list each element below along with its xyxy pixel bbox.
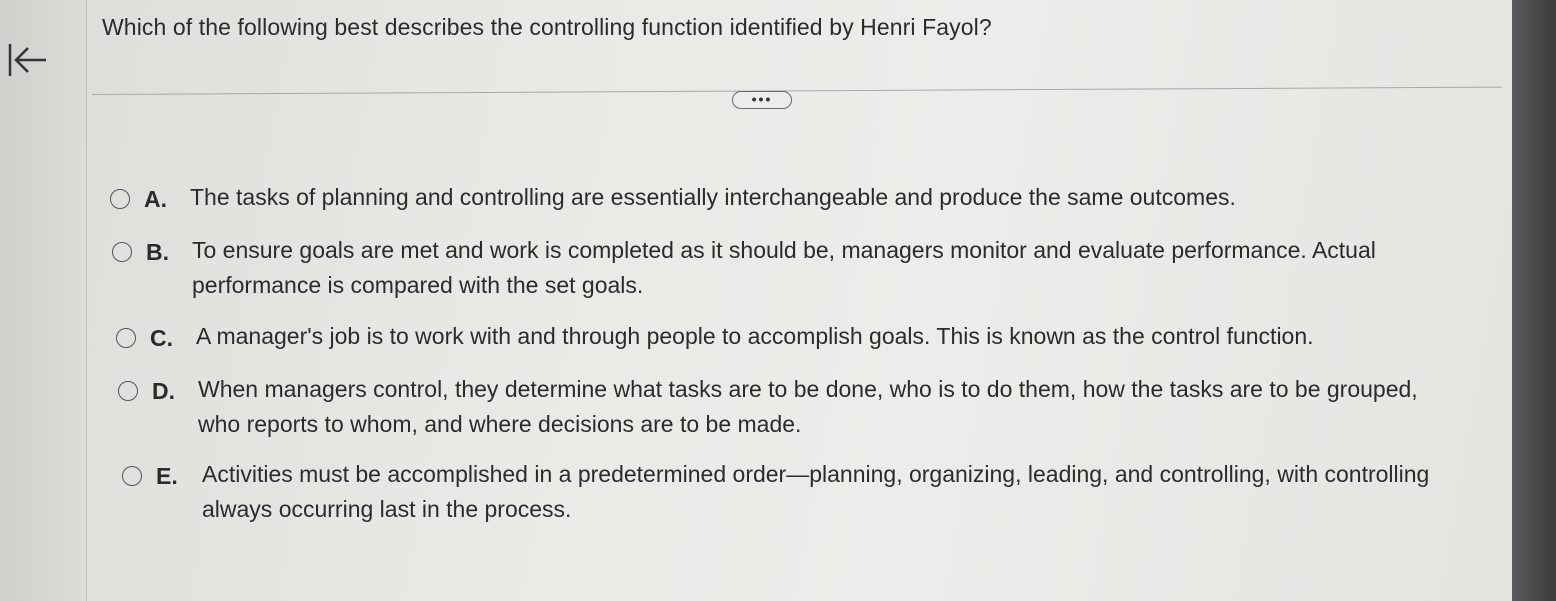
answer-option-b[interactable]: B. To ensure goals are met and work is c… bbox=[112, 237, 1472, 303]
answer-option-d[interactable]: D. When managers control, they determine… bbox=[118, 376, 1428, 442]
radio-button[interactable] bbox=[116, 328, 136, 348]
screen-bezel bbox=[1512, 0, 1556, 601]
option-text: The tasks of planning and controlling ar… bbox=[190, 184, 1236, 210]
question-text: Which of the following best describes th… bbox=[102, 14, 992, 40]
more-options-button[interactable]: ••• bbox=[732, 91, 792, 109]
answer-option-c[interactable]: C. A manager's job is to work with and t… bbox=[116, 323, 1476, 354]
option-letter: C. bbox=[150, 325, 173, 351]
collapse-panel-button[interactable] bbox=[2, 38, 50, 82]
option-text: Activities must be accomplished in a pre… bbox=[202, 461, 1430, 522]
collapse-left-icon bbox=[8, 44, 46, 76]
radio-button[interactable] bbox=[118, 381, 138, 401]
left-rail bbox=[0, 0, 87, 601]
option-text: To ensure goals are met and work is comp… bbox=[192, 237, 1376, 298]
option-letter: D. bbox=[152, 378, 175, 404]
option-letter: E. bbox=[156, 463, 178, 489]
answer-option-e[interactable]: E. Activities must be accomplished in a … bbox=[122, 461, 1462, 527]
option-letter: A. bbox=[144, 186, 167, 212]
radio-button[interactable] bbox=[112, 242, 132, 262]
radio-button[interactable] bbox=[122, 466, 142, 486]
answer-option-a[interactable]: A. The tasks of planning and controlling… bbox=[110, 184, 1470, 215]
option-letter: B. bbox=[146, 239, 169, 265]
option-text: When managers control, they determine wh… bbox=[198, 376, 1418, 437]
option-text: A manager's job is to work with and thro… bbox=[196, 323, 1314, 349]
radio-button[interactable] bbox=[110, 189, 130, 209]
divider bbox=[91, 86, 1502, 95]
